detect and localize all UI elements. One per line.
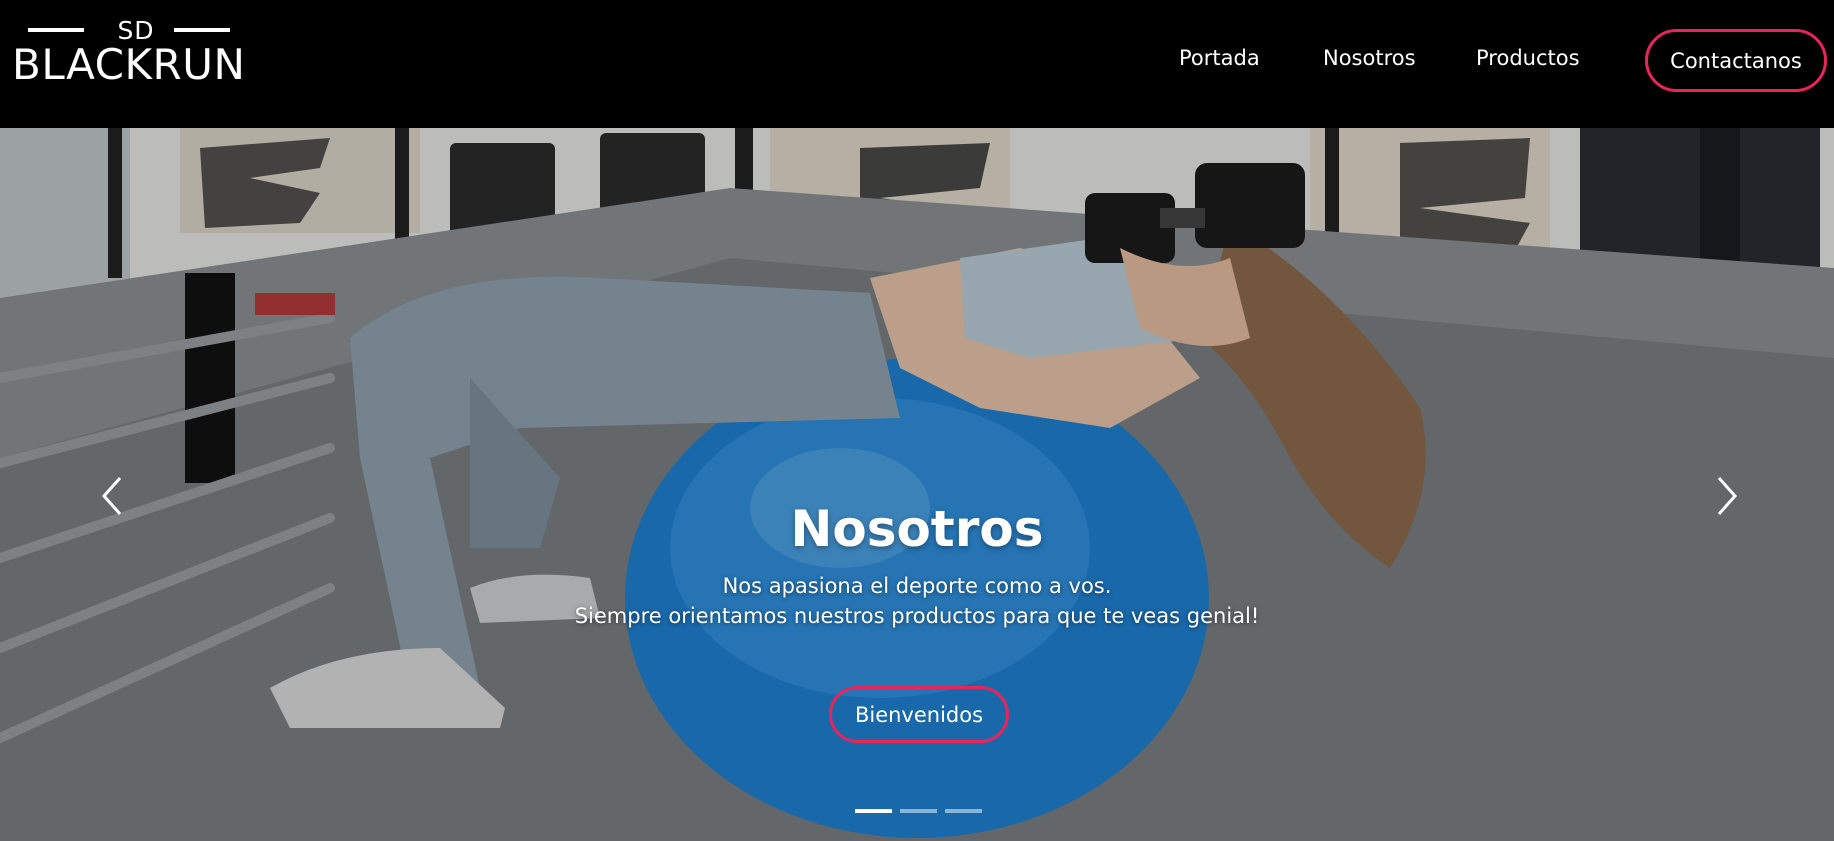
carousel-next-button[interactable]: [1707, 466, 1743, 526]
brand-logo[interactable]: SD BLACKRUN: [12, 16, 252, 90]
chevron-left-icon: [101, 477, 122, 515]
navbar: SD BLACKRUN Portada Nosotros Productos C…: [0, 0, 1834, 128]
nav-link-portada[interactable]: Portada: [1179, 46, 1260, 70]
logo-top-row: SD: [12, 16, 252, 45]
chevron-right-icon: [1717, 477, 1738, 515]
hero-carousel: Nosotros Nos apasiona el deporte como a …: [0, 128, 1834, 841]
hero-text-line1: Nos apasiona el deporte como a vos.: [722, 574, 1112, 598]
carousel-indicator-3[interactable]: [945, 809, 982, 813]
logo-line-right: [174, 28, 230, 32]
carousel-indicator-1[interactable]: [855, 809, 892, 813]
carousel-prev-button[interactable]: [96, 466, 132, 526]
nav-link-productos[interactable]: Productos: [1476, 46, 1580, 70]
contact-button[interactable]: Contactanos: [1645, 29, 1827, 92]
carousel-indicator-2[interactable]: [900, 809, 937, 813]
nav-link-nosotros[interactable]: Nosotros: [1323, 46, 1416, 70]
hero-text-line2: Siempre orientamos nuestros productos pa…: [574, 604, 1260, 628]
logo-line-left: [28, 28, 84, 32]
hero-title: Nosotros: [790, 500, 1044, 558]
logo-name: BLACKRUN: [12, 40, 246, 89]
carousel-indicators: [855, 809, 985, 817]
bienvenidos-button[interactable]: Bienvenidos: [829, 686, 1009, 743]
